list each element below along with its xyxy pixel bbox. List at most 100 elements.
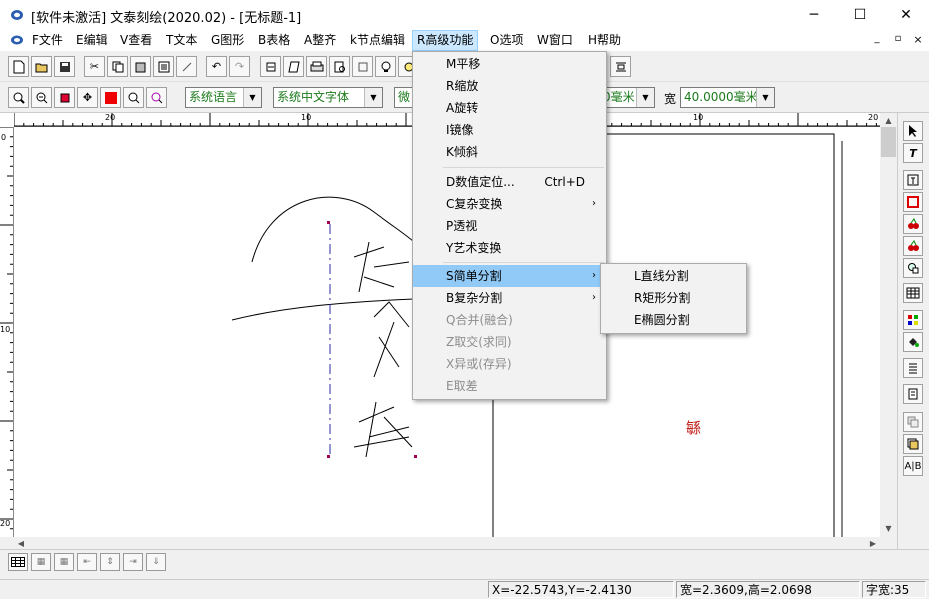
menu-item-ellipse-split[interactable]: E椭圆分割 bbox=[601, 309, 746, 331]
zoom-fit-icon[interactable] bbox=[54, 87, 75, 108]
zoom-page-icon[interactable] bbox=[123, 87, 144, 108]
ab-text-icon[interactable]: A|B bbox=[903, 456, 923, 476]
menu-item-numeric-position[interactable]: D数值定位... Ctrl+D bbox=[413, 171, 606, 193]
menu-window[interactable]: W窗口 bbox=[533, 30, 577, 51]
color-swatch-icon[interactable] bbox=[100, 87, 121, 108]
cut-icon[interactable]: ✂ bbox=[84, 56, 105, 77]
menu-item-perspective[interactable]: P透视 bbox=[413, 215, 606, 237]
menu-item-merge[interactable]: Q合并(融合) bbox=[413, 309, 606, 331]
zoom-out-icon[interactable] bbox=[31, 87, 52, 108]
menu-graphics[interactable]: G图形 bbox=[207, 30, 248, 51]
blend-tool-icon[interactable] bbox=[903, 412, 923, 432]
open-folder-icon[interactable] bbox=[31, 56, 52, 77]
menu-item-art-transform[interactable]: Y艺术变换 bbox=[413, 237, 606, 259]
chevron-down-icon[interactable]: ▼ bbox=[364, 88, 382, 107]
menu-node-edit[interactable]: k节点编辑 bbox=[346, 30, 409, 51]
print-icon[interactable] bbox=[306, 56, 327, 77]
app-icon[interactable] bbox=[10, 8, 24, 22]
chevron-down-icon[interactable]: ▼ bbox=[756, 88, 774, 107]
scroll-left-icon[interactable]: ◀ bbox=[14, 537, 28, 549]
menu-item-intersect[interactable]: Z取交(求同) bbox=[413, 331, 606, 353]
save-icon[interactable] bbox=[54, 56, 75, 77]
table-insert-row-icon[interactable]: ⇥ bbox=[123, 553, 143, 571]
undo-icon[interactable]: ↶ bbox=[206, 56, 227, 77]
cherry-edit-icon[interactable] bbox=[903, 236, 923, 256]
node-tool-icon[interactable] bbox=[176, 56, 197, 77]
language-combo[interactable]: 系统语言 ▼ bbox=[185, 87, 262, 108]
table-insert-col-icon[interactable]: ⇤ bbox=[77, 553, 97, 571]
vertical-scrollbar[interactable]: ▲ ▼ bbox=[880, 113, 897, 537]
menu-item-line-split[interactable]: L直线分割 bbox=[601, 265, 746, 287]
mdi-minimize-button[interactable]: _ bbox=[870, 33, 884, 47]
menu-options[interactable]: O选项 bbox=[486, 30, 527, 51]
output-icon[interactable] bbox=[283, 56, 304, 77]
mdi-close-button[interactable]: × bbox=[911, 33, 925, 47]
menu-item-rect-split[interactable]: R矩形分割 bbox=[601, 287, 746, 309]
minimize-button[interactable]: ─ bbox=[791, 0, 837, 30]
font-family-combo[interactable]: 微 bbox=[394, 87, 414, 108]
menu-advanced[interactable]: R高级功能 bbox=[412, 30, 479, 51]
mdi-restore-button[interactable]: ▫ bbox=[891, 33, 905, 47]
zoom-in-icon[interactable] bbox=[8, 87, 29, 108]
menu-item-rotate[interactable]: A旋转 bbox=[413, 97, 606, 119]
doc-icon[interactable] bbox=[10, 34, 24, 46]
close-button[interactable]: ✕ bbox=[883, 0, 929, 30]
table-tool-icon[interactable] bbox=[903, 283, 923, 303]
rectangle-tool-icon[interactable] bbox=[903, 192, 923, 212]
new-file-icon[interactable] bbox=[8, 56, 29, 77]
distribute-icon[interactable] bbox=[610, 56, 631, 77]
chevron-down-icon[interactable]: ▼ bbox=[243, 88, 261, 107]
red-glyph-object[interactable]: 緐 bbox=[686, 417, 701, 438]
scroll-thumb[interactable] bbox=[881, 127, 896, 157]
import-icon[interactable] bbox=[260, 56, 281, 77]
shape-tool-icon[interactable] bbox=[903, 258, 923, 278]
table-icon[interactable] bbox=[8, 553, 28, 571]
paste-special-icon[interactable] bbox=[153, 56, 174, 77]
horizontal-scrollbar[interactable]: ◀ ▶ bbox=[14, 537, 880, 549]
zoom-select-icon[interactable] bbox=[146, 87, 167, 108]
menu-item-difference[interactable]: E取差 bbox=[413, 375, 606, 397]
menu-item-simple-split[interactable]: S简单分割 › bbox=[413, 265, 606, 287]
scroll-right-icon[interactable]: ▶ bbox=[866, 537, 880, 549]
color-grid-icon[interactable] bbox=[903, 310, 923, 330]
scroll-up-icon[interactable]: ▲ bbox=[880, 113, 897, 127]
maximize-button[interactable]: ☐ bbox=[837, 0, 883, 30]
scroll-down-icon[interactable]: ▼ bbox=[880, 521, 897, 535]
frame-icon[interactable] bbox=[352, 56, 373, 77]
menu-edit[interactable]: E编辑 bbox=[72, 30, 112, 51]
menu-file[interactable]: F文件 bbox=[28, 30, 67, 51]
menu-align[interactable]: A整齐 bbox=[300, 30, 340, 51]
width-combo[interactable]: 40.0000毫米 ▼ bbox=[680, 87, 775, 108]
menu-item-mirror[interactable]: I镜像 bbox=[413, 119, 606, 141]
menu-item-complex-split[interactable]: B复杂分割 › bbox=[413, 287, 606, 309]
menu-item-xor[interactable]: X异或(存异) bbox=[413, 353, 606, 375]
align-tool-icon[interactable] bbox=[903, 358, 923, 378]
height-combo[interactable]: 0毫米 ▼ bbox=[600, 87, 655, 108]
font-combo[interactable]: 系统中文字体 ▼ bbox=[273, 87, 383, 108]
redo-icon[interactable]: ↷ bbox=[229, 56, 250, 77]
text-frame-icon[interactable] bbox=[903, 170, 923, 190]
chevron-down-icon[interactable]: ▼ bbox=[636, 88, 654, 107]
print-preview-icon[interactable] bbox=[329, 56, 350, 77]
table-merge-icon[interactable]: ⇓ bbox=[146, 553, 166, 571]
menu-item-scale[interactable]: R缩放 bbox=[413, 75, 606, 97]
table-border-icon[interactable]: ▦ bbox=[31, 553, 51, 571]
menu-item-move[interactable]: M平移 bbox=[413, 53, 606, 75]
pointer-tool-icon[interactable] bbox=[903, 121, 923, 141]
vertical-ruler[interactable]: 0 10 20 bbox=[0, 127, 14, 537]
menu-table[interactable]: B表格 bbox=[254, 30, 294, 51]
text-tool-icon[interactable]: T bbox=[903, 143, 923, 163]
menu-item-complex-transform[interactable]: C复杂变换 › bbox=[413, 193, 606, 215]
menu-view[interactable]: V查看 bbox=[116, 30, 156, 51]
table-style-icon[interactable]: ▦ bbox=[54, 553, 74, 571]
menu-text[interactable]: T文本 bbox=[162, 30, 201, 51]
pan-icon[interactable]: ✥ bbox=[77, 87, 98, 108]
page-tool-icon[interactable] bbox=[903, 384, 923, 404]
paste-icon[interactable] bbox=[130, 56, 151, 77]
fill-tool-icon[interactable] bbox=[903, 332, 923, 352]
shadow-tool-icon[interactable] bbox=[903, 434, 923, 454]
menu-help[interactable]: H帮助 bbox=[584, 30, 625, 51]
copy-icon[interactable] bbox=[107, 56, 128, 77]
bulb-icon[interactable] bbox=[375, 56, 396, 77]
menu-item-skew[interactable]: K倾斜 bbox=[413, 141, 606, 163]
